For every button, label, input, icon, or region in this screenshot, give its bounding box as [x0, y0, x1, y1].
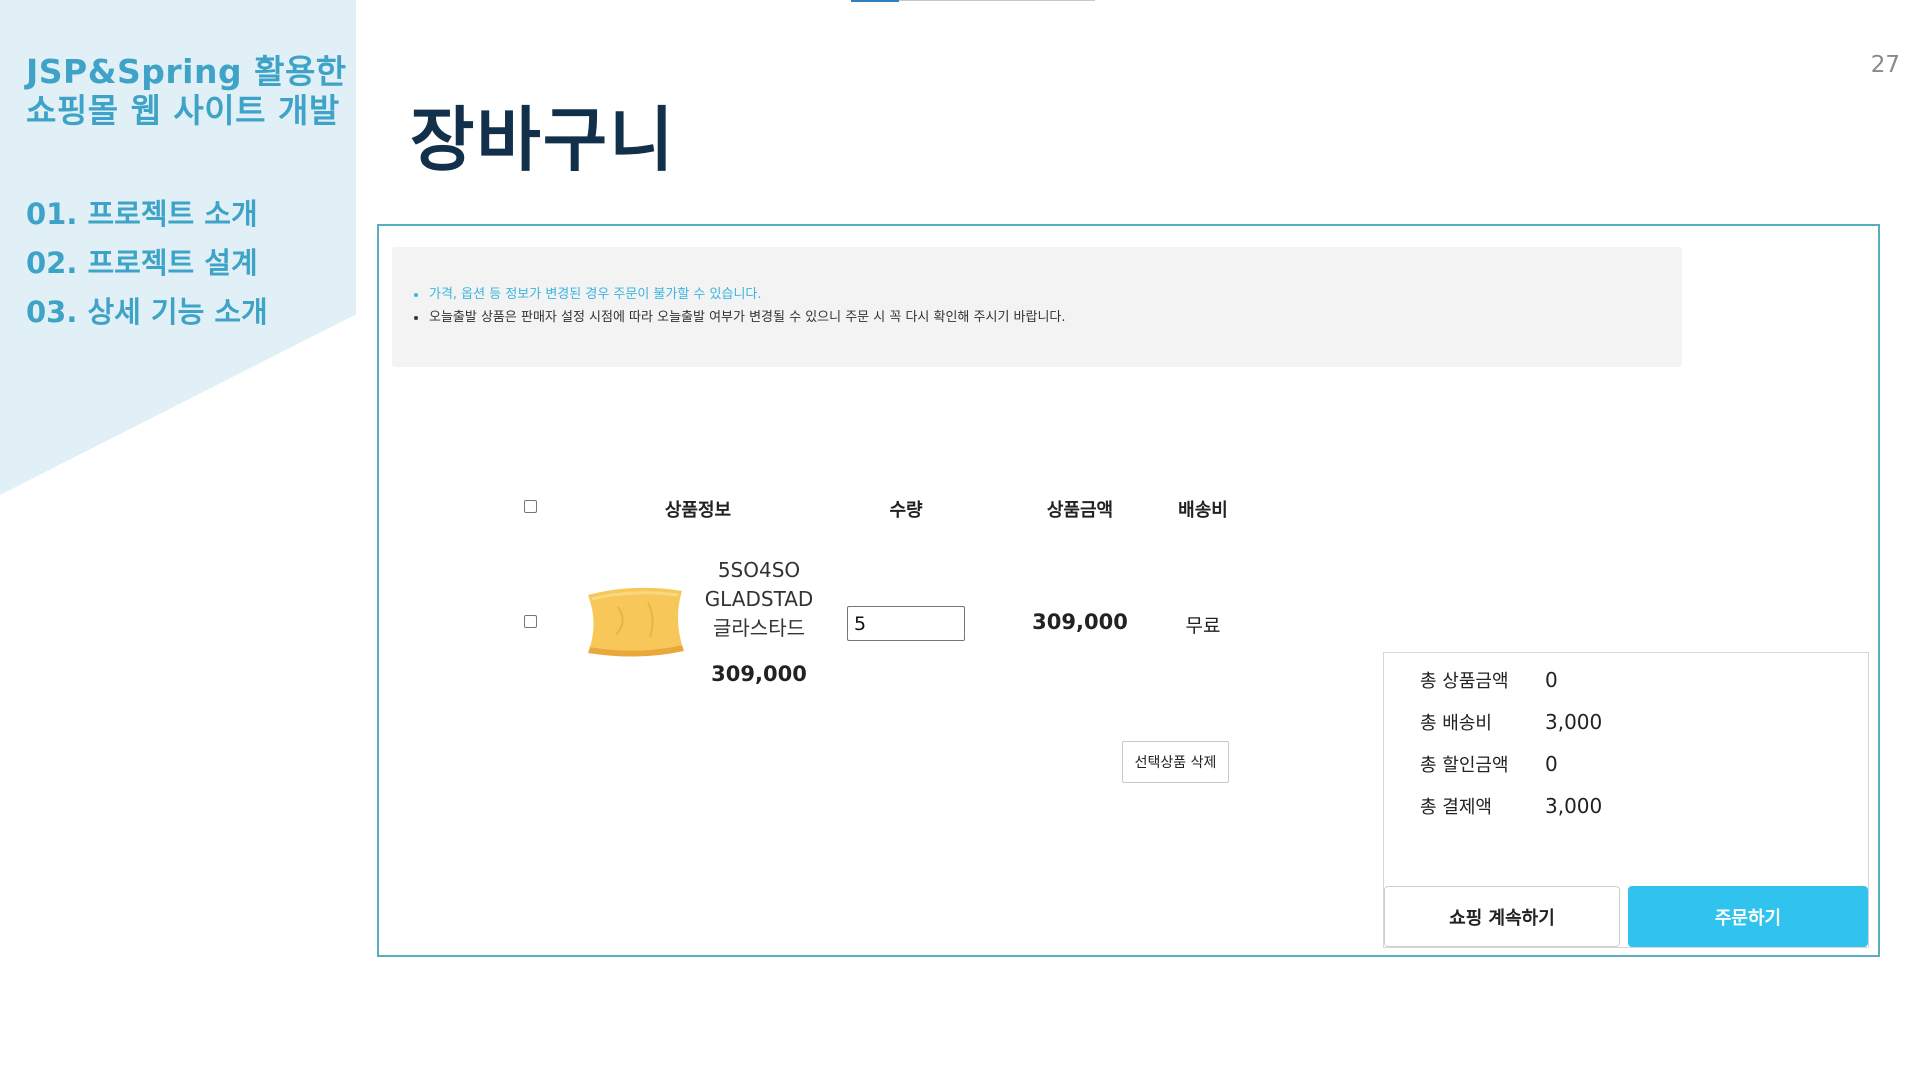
- top-accent-line: [899, 0, 1095, 1]
- summary-row-total-product: 총 상품금액 0: [1420, 665, 1558, 695]
- product-name-english: GLADSTAD: [704, 587, 814, 611]
- column-header-quantity: 수량: [889, 500, 923, 521]
- summary-label: 총 상품금액: [1420, 671, 1509, 692]
- summary-value: 3,000: [1545, 710, 1603, 734]
- summary-value: 0: [1545, 668, 1558, 692]
- quantity-input[interactable]: [847, 606, 965, 641]
- toc-item-design: 02. 프로젝트 설계: [26, 246, 258, 280]
- item-checkbox[interactable]: [524, 615, 537, 628]
- course-title-line1: JSP&Spring 활용한: [26, 52, 347, 91]
- product-name-code: 5SO4SO: [717, 558, 801, 582]
- summary-row-total-payment: 총 결제액 3,000: [1420, 791, 1602, 821]
- item-amount: 309,000: [1032, 610, 1128, 634]
- column-header-amount: 상품금액: [1046, 500, 1114, 521]
- slide-number: 27: [1870, 52, 1900, 78]
- summary-value: 0: [1545, 752, 1558, 776]
- summary-label: 총 결제액: [1420, 797, 1492, 818]
- summary-label: 총 배송비: [1420, 713, 1492, 734]
- cart-screenshot-frame: 가격, 옵션 등 정보가 변경된 경우 주문이 불가할 수 있습니다. 오늘출발…: [377, 224, 1880, 957]
- page-title: 장바구니: [410, 99, 676, 181]
- order-button[interactable]: 주문하기: [1628, 886, 1868, 947]
- column-header-product-info: 상품정보: [664, 500, 732, 521]
- summary-row-total-shipping: 총 배송비 3,000: [1420, 707, 1602, 737]
- product-name[interactable]: 5SO4SO GLADSTAD 글라스타드: [679, 556, 839, 643]
- toc-item-intro: 01. 프로젝트 소개: [26, 197, 258, 231]
- product-image[interactable]: [578, 577, 688, 665]
- summary-row-total-discount: 총 할인금액 0: [1420, 749, 1558, 779]
- course-title-line2: 쇼핑몰 웹 사이트 개발: [26, 91, 340, 130]
- notice-item-today-shipping: 오늘출발 상품은 판매자 설정 시점에 따라 오늘출발 여부가 변경될 수 있으…: [412, 306, 1682, 329]
- product-unit-price: 309,000: [711, 662, 807, 686]
- summary-value: 3,000: [1545, 794, 1603, 818]
- item-shipping-fee: 무료: [1185, 615, 1221, 637]
- product-name-korean: 글라스타드: [713, 616, 805, 640]
- table-of-contents: 01. 프로젝트 소개 02. 프로젝트 설계 03. 상세 기능 소개: [26, 190, 268, 337]
- continue-shopping-button[interactable]: 쇼핑 계속하기: [1384, 886, 1620, 947]
- select-all-checkbox[interactable]: [524, 500, 537, 513]
- notice-box: 가격, 옵션 등 정보가 변경된 경우 주문이 불가할 수 있습니다. 오늘출발…: [392, 247, 1682, 367]
- top-accent-bar: [851, 0, 899, 2]
- delete-selected-button[interactable]: 선택상품 삭제: [1122, 741, 1229, 783]
- toc-item-features: 03. 상세 기능 소개: [26, 295, 268, 329]
- order-summary: 총 상품금액 0 총 배송비 3,000 총 할인금액 0 총 결제액 3,00…: [1383, 652, 1869, 948]
- course-title: JSP&Spring 활용한 쇼핑몰 웹 사이트 개발: [26, 52, 356, 130]
- notice-item-price-change: 가격, 옵션 등 정보가 변경된 경우 주문이 불가할 수 있습니다.: [412, 283, 1682, 306]
- column-header-shipping: 배송비: [1178, 500, 1228, 521]
- summary-label: 총 할인금액: [1420, 755, 1509, 776]
